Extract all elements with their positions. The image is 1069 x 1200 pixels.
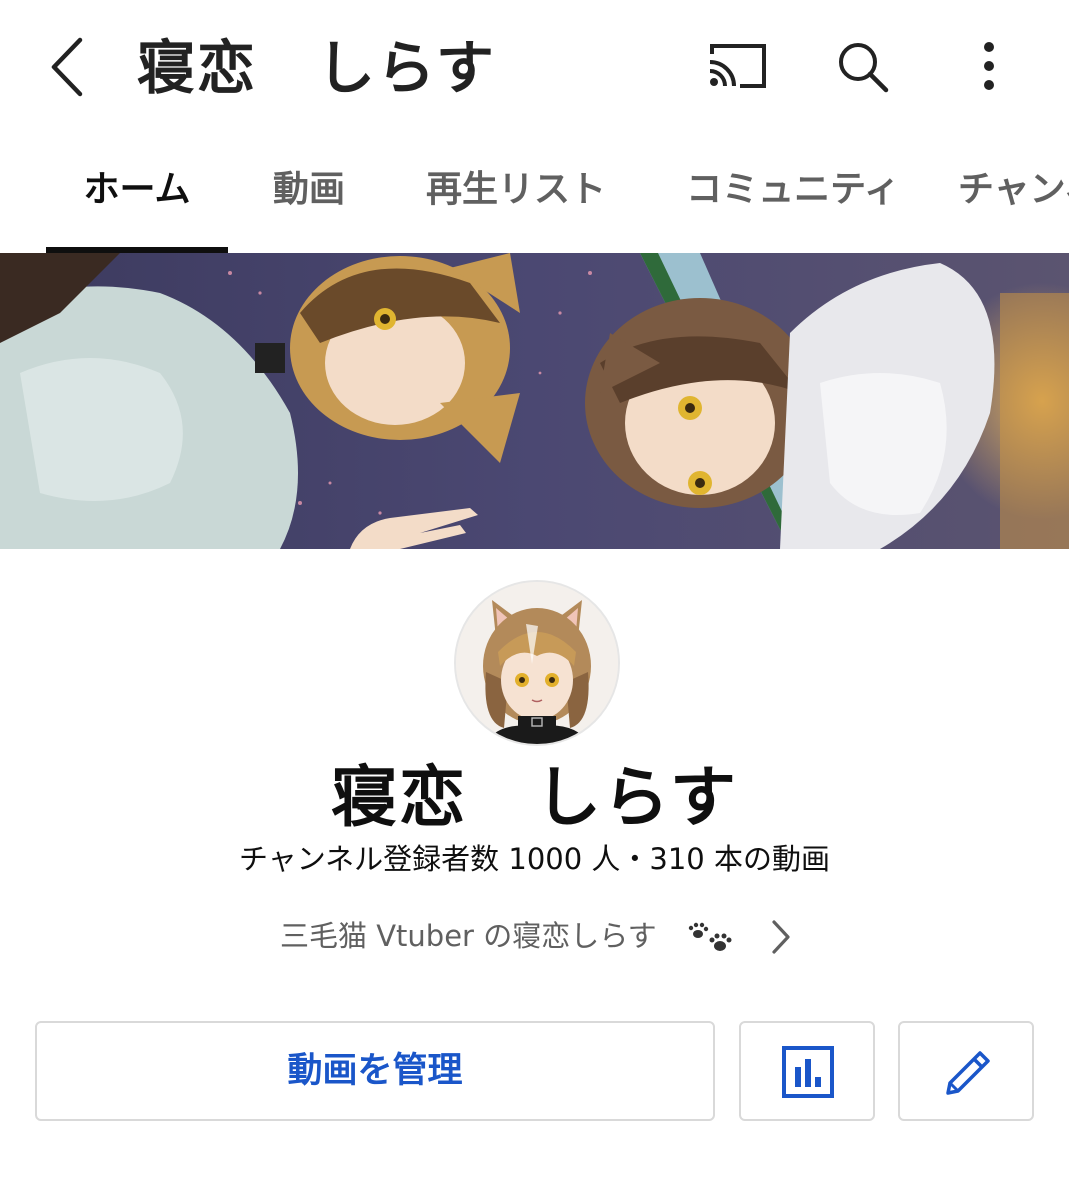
tab-videos[interactable]: 動画	[250, 135, 368, 251]
edit-channel-button[interactable]	[898, 1021, 1034, 1121]
pencil-icon	[946, 1051, 990, 1095]
tab-community[interactable]: コミュニティ	[664, 135, 922, 251]
channel-avatar[interactable]	[454, 580, 620, 746]
channel-stats: チャンネル登録者数 1000 人・310 本の動画	[239, 842, 830, 876]
more-vert-icon[interactable]	[972, 38, 1006, 96]
tab-playlists[interactable]: 再生リスト	[405, 135, 627, 251]
cast-icon[interactable]	[706, 40, 770, 92]
back-icon[interactable]	[44, 34, 94, 100]
analytics-icon	[782, 1046, 834, 1098]
channel-tabs: ホーム 動画 再生リスト コミュニティ チャンネル	[0, 135, 1069, 255]
channel-name: 寝恋 しらす	[331, 759, 738, 836]
manage-videos-label: 動画を管理	[287, 1051, 463, 1091]
paw-prints-icon	[688, 922, 732, 951]
search-icon[interactable]	[834, 38, 892, 96]
manage-videos-button[interactable]: 動画を管理	[35, 1021, 715, 1121]
analytics-button[interactable]	[739, 1021, 875, 1121]
chevron-right-icon	[772, 920, 790, 954]
channel-banner	[0, 253, 1069, 549]
top-app-bar: 寝恋 しらす	[0, 0, 1069, 135]
tab-channels[interactable]: チャンネル	[958, 135, 1069, 251]
header-title: 寝恋 しらす	[137, 34, 496, 102]
tab-home[interactable]: ホーム	[46, 135, 228, 251]
channel-description-link[interactable]: 三毛猫 Vtuber の寝恋しらす	[270, 910, 810, 962]
channel-description: 三毛猫 Vtuber の寝恋しらす	[280, 919, 657, 953]
